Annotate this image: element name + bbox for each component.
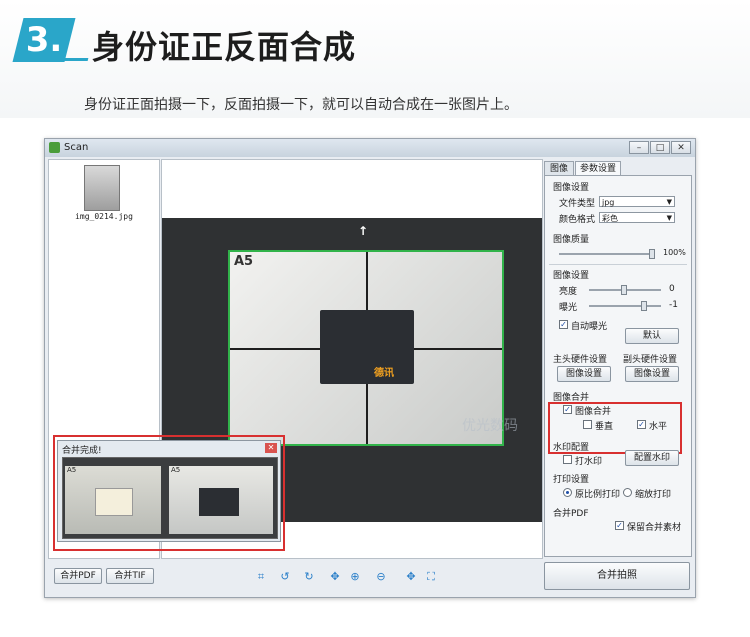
- auto-exposure-checkbox[interactable]: ✓: [559, 320, 568, 329]
- watermark-checkbox-label: 打水印: [575, 457, 603, 467]
- exposure-value: -1: [669, 300, 678, 310]
- merged-front: A5: [65, 466, 161, 534]
- quality-value: 100%: [663, 248, 686, 257]
- print-scaled-radio[interactable]: [623, 488, 632, 497]
- zoom-in-icon[interactable]: ⊕: [348, 570, 362, 584]
- popup-close-icon[interactable]: ✕: [265, 443, 277, 453]
- merge-section-heading: 图像合并: [553, 393, 590, 403]
- pdf-section-heading: 合并PDF: [553, 509, 589, 519]
- thumbnail-image[interactable]: [84, 165, 120, 211]
- color-mode-label: 颜色格式: [559, 215, 596, 225]
- configure-watermark-button[interactable]: 配置水印: [625, 450, 679, 466]
- quality-label: 图像质量: [553, 235, 590, 245]
- merge-tif-button[interactable]: 合并TIF: [106, 568, 154, 584]
- quality-slider-thumb[interactable]: [649, 249, 655, 259]
- header-banner: 3. 身份证正反面合成 身份证正面拍摄一下，反面拍摄一下，就可以自动合成在一张图…: [0, 0, 750, 118]
- merge-complete-popup: 合并完成! ✕ A5 A5: [57, 440, 281, 542]
- watermark-checkbox[interactable]: [563, 455, 572, 464]
- file-type-value: jpg: [602, 198, 615, 207]
- section-divider: [549, 264, 687, 265]
- tab-parameters[interactable]: 参数设置: [575, 161, 621, 175]
- keep-material-checkbox[interactable]: ✓: [615, 521, 624, 530]
- vertical-label: 垂直: [595, 422, 614, 432]
- exposure-slider-thumb[interactable]: [641, 301, 647, 311]
- id-card-back: 德讯: [320, 310, 414, 384]
- mini-card-front: [95, 488, 133, 516]
- window-titlebar[interactable]: Scan – □ ✕: [45, 139, 695, 157]
- close-button[interactable]: ✕: [671, 141, 691, 154]
- print-original-radio[interactable]: [563, 488, 572, 497]
- popup-title: 合并完成!: [62, 446, 102, 456]
- merged-back-label: A5: [171, 466, 181, 474]
- image-settings2-heading: 图像设置: [553, 271, 590, 281]
- app-icon: [49, 142, 60, 153]
- sub-hw-settings-button[interactable]: 图像设置: [625, 366, 679, 382]
- merge-shoot-button[interactable]: 合并拍照: [544, 562, 690, 590]
- pan-icon[interactable]: ✥: [404, 570, 418, 584]
- auto-exposure-label: 自动曝光: [571, 322, 608, 332]
- card-logo: 德讯: [374, 368, 394, 379]
- default-button[interactable]: 默认: [625, 328, 679, 344]
- orientation-arrow-icon: ↑: [358, 224, 369, 238]
- file-type-select[interactable]: jpg ▼: [599, 196, 675, 207]
- chevron-down-icon: ▼: [666, 198, 672, 206]
- main-hw-label: 主头硬件设置: [553, 355, 608, 365]
- color-mode-select[interactable]: 彩色 ▼: [599, 212, 675, 223]
- zoom-out-icon[interactable]: ⊖: [374, 570, 388, 584]
- brightness-label: 亮度: [559, 287, 578, 297]
- tab-image[interactable]: 图像: [544, 161, 574, 175]
- fit-icon[interactable]: ⛶: [424, 570, 438, 584]
- merge-pdf-button[interactable]: 合并PDF: [54, 568, 102, 584]
- vertical-checkbox[interactable]: [583, 420, 592, 429]
- thumbnail-filename: img_0214.jpg: [75, 212, 133, 221]
- main-hw-settings-button[interactable]: 图像设置: [557, 366, 611, 382]
- brightness-value: 0: [669, 284, 675, 294]
- scan-window: Scan – □ ✕ img_0214.jpg ↑ A5 德讯 优光数码 合并完…: [44, 138, 696, 598]
- page-subtitle: 身份证正面拍摄一下，反面拍摄一下，就可以自动合成在一张图片上。: [84, 97, 518, 113]
- print-section-heading: 打印设置: [553, 475, 590, 485]
- bottom-toolbar: 合并PDF 合并TIF ⌗ ↺ ↻ ✥ ⊕ ⊖ ✥ ⛶ 合并拍照: [48, 560, 692, 594]
- merge-checkbox-label: 图像合并: [575, 407, 612, 417]
- horizontal-checkbox[interactable]: ✓: [637, 420, 646, 429]
- merged-back: A5: [169, 466, 273, 534]
- file-type-label: 文件类型: [559, 199, 596, 209]
- mini-card-back: [199, 488, 239, 516]
- move-icon[interactable]: ✥: [328, 570, 342, 584]
- rotate-right-icon[interactable]: ↻: [302, 570, 316, 584]
- window-title: Scan: [64, 142, 89, 153]
- minimize-button[interactable]: –: [629, 141, 649, 154]
- horizontal-label: 水平: [649, 422, 668, 432]
- settings-panel: 图像 参数设置 图像设置 文件类型 jpg ▼ 颜色格式 彩色 ▼ 图像质量 100…: [544, 159, 692, 557]
- print-scaled-label: 缩放打印: [635, 490, 672, 500]
- exposure-label: 曝光: [559, 303, 578, 313]
- color-mode-value: 彩色: [602, 214, 618, 223]
- rotate-left-icon[interactable]: ↺: [278, 570, 292, 584]
- a5-label: A5: [234, 254, 254, 269]
- exposure-slider-track[interactable]: [589, 305, 661, 307]
- print-original-label: 原比例打印: [575, 490, 621, 500]
- image-settings-heading: 图像设置: [553, 183, 590, 193]
- merged-image: A5 A5: [62, 457, 278, 539]
- page-title: 身份证正反面合成: [92, 28, 357, 66]
- chevron-down-icon: ▼: [666, 214, 672, 222]
- brightness-slider-thumb[interactable]: [621, 285, 627, 295]
- step-underline: [57, 58, 89, 61]
- settings-body: 图像设置 文件类型 jpg ▼ 颜色格式 彩色 ▼ 图像质量 100% 图像设置 亮…: [544, 175, 692, 557]
- watermark-section-heading: 水印配置: [553, 443, 590, 453]
- merge-checkbox[interactable]: ✓: [563, 405, 572, 414]
- keep-material-label: 保留合并素材: [627, 523, 682, 533]
- step-number: 3.: [25, 20, 63, 60]
- maximize-button[interactable]: □: [650, 141, 670, 154]
- merged-front-label: A5: [67, 466, 77, 474]
- quality-slider-track[interactable]: [559, 253, 655, 255]
- sub-hw-label: 副头硬件设置: [623, 355, 678, 365]
- watermark-text: 优光数码: [462, 418, 518, 434]
- crop-icon[interactable]: ⌗: [254, 570, 268, 584]
